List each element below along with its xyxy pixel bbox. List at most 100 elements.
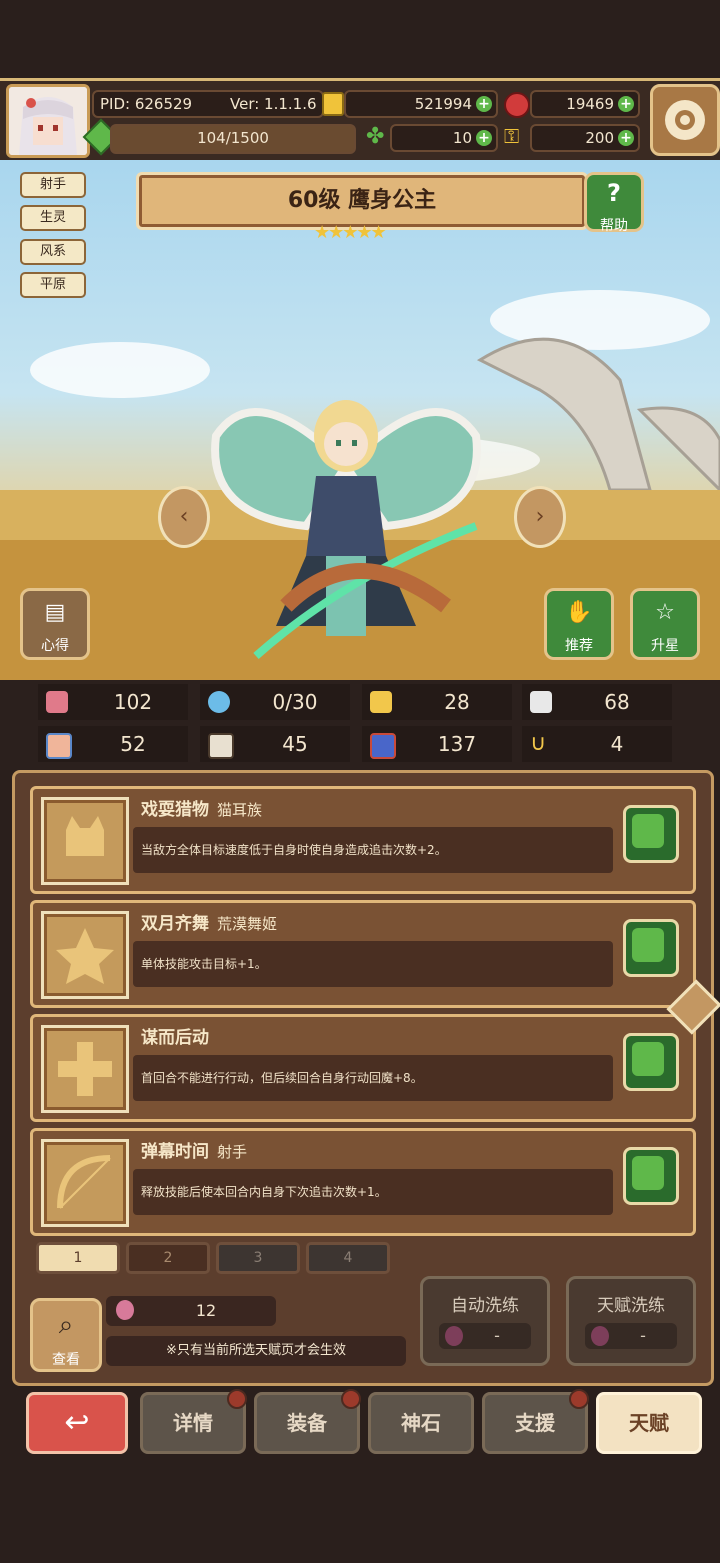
nav-talent[interactable]: 天赋 xyxy=(596,1392,702,1454)
settings-button[interactable] xyxy=(650,84,720,156)
nav-details[interactable]: 详情 xyxy=(140,1389,247,1454)
gold-value: 521994 xyxy=(414,95,472,113)
view-button[interactable]: ⌕ 查看 xyxy=(30,1298,102,1372)
scroll-icon: ▤ xyxy=(44,600,66,625)
tag-class: 射手 xyxy=(20,172,86,198)
talent-name: 谋而后动 xyxy=(141,1028,209,1048)
tag-terrain: 平原 xyxy=(20,272,86,298)
wing-icon xyxy=(530,691,552,713)
notification-dot xyxy=(341,1389,361,1409)
fruit-count: 12 xyxy=(195,1301,217,1320)
back-button[interactable]: ↩ xyxy=(26,1392,128,1454)
nav-equipment[interactable]: 装备 xyxy=(254,1389,361,1454)
horseshoe-icon: ∪ xyxy=(530,731,547,756)
pid-label: PID: 626529 xyxy=(100,95,193,113)
stat-mana: 0/30 xyxy=(200,684,350,720)
stat-defense: 28 xyxy=(362,684,512,720)
star-icon: ☆ xyxy=(655,600,675,625)
page-tab-3[interactable]: 3 xyxy=(216,1242,300,1274)
page-note: ※只有当前所选天赋页才会生效 xyxy=(106,1336,406,1366)
tag-element: 风系 xyxy=(20,239,86,265)
insight-button[interactable]: ▤ 心得 xyxy=(20,588,90,660)
next-hero-button[interactable]: › xyxy=(514,486,566,548)
lock-icon xyxy=(632,1156,664,1190)
lock-icon xyxy=(632,928,664,962)
page-tab-4[interactable]: 4 xyxy=(306,1242,390,1274)
speed-icon xyxy=(370,733,396,759)
lock-button[interactable] xyxy=(623,805,679,863)
nav-equipment-label: 装备 xyxy=(287,1411,327,1435)
view-label: 查看 xyxy=(52,1352,80,1368)
nav-god-stone[interactable]: 神石 xyxy=(368,1392,474,1454)
coin-icon xyxy=(322,92,344,116)
add-gold-icon[interactable]: + xyxy=(476,96,492,112)
talent-name: 双月齐舞 xyxy=(141,914,209,934)
fruit-counter: 12 xyxy=(106,1296,276,1326)
cross-icon xyxy=(41,1025,129,1113)
lock-button[interactable] xyxy=(623,1147,679,1205)
talent-card-2[interactable]: 双月齐舞 荒漠舞姬 单体技能攻击目标+1。 xyxy=(30,900,696,1008)
book-icon xyxy=(208,733,234,759)
talent-card-3[interactable]: 谋而后动 首回合不能进行行动，但后续回合自身行动回魔+8。 xyxy=(30,1014,696,1122)
talent-wash-label: 天赋洗练 xyxy=(597,1296,665,1316)
add-clover-icon[interactable]: + xyxy=(476,130,492,146)
add-key-icon[interactable]: + xyxy=(618,130,634,146)
stat-dodge: 68 xyxy=(522,684,672,720)
auto-wash-button[interactable]: 自动洗练 - xyxy=(420,1276,550,1366)
talent-card-4[interactable]: 弹幕时间 射手 释放技能后使本回合内自身下次追击次数+1。 xyxy=(30,1128,696,1236)
talent-description: 释放技能后使本回合内自身下次追击次数+1。 xyxy=(141,1185,387,1199)
gem-icon xyxy=(504,92,530,118)
stat-luck: ∪ 4 xyxy=(522,726,672,762)
notification-dot xyxy=(227,1389,247,1409)
page-tab-2[interactable]: 2 xyxy=(126,1242,210,1274)
clover-icon: ✤ xyxy=(366,124,385,149)
star-up-button[interactable]: ☆ 升星 xyxy=(630,588,700,660)
add-gem-icon[interactable]: + xyxy=(618,96,634,112)
question-icon: ? xyxy=(607,179,621,207)
auto-wash-label: 自动洗练 xyxy=(451,1296,519,1316)
chevron-left-icon: ‹ xyxy=(179,504,189,529)
insight-label: 心得 xyxy=(41,638,69,654)
talent-description: 当敌方全体目标速度低于自身时使自身造成追击次数+2。 xyxy=(141,843,447,857)
water-drop-icon xyxy=(208,691,230,713)
heart-icon xyxy=(46,691,68,713)
stat-attack: 52 xyxy=(38,726,188,762)
lock-button[interactable] xyxy=(623,919,679,977)
shield-icon xyxy=(370,691,392,713)
clover-value: 10 xyxy=(452,129,472,147)
talent-name: 戏耍猎物 xyxy=(141,800,209,820)
nav-support-label: 支援 xyxy=(515,1411,555,1435)
help-button[interactable]: ? 帮助 xyxy=(584,172,644,234)
talent-card-1[interactable]: 戏耍猎物 猫耳族 当敌方全体目标速度低于自身时使自身造成追击次数+2。 xyxy=(30,786,696,894)
key-counter: 200 + xyxy=(530,124,640,152)
key-value: 200 xyxy=(585,129,614,147)
talent-description: 单体技能攻击目标+1。 xyxy=(141,957,267,971)
talent-source: 荒漠舞姬 xyxy=(217,915,278,933)
stat-speed: 137 xyxy=(362,726,512,762)
talent-wash-cost: - xyxy=(640,1326,646,1345)
recommend-button[interactable]: ✋ 推荐 xyxy=(544,588,614,660)
clover-counter: 10 + xyxy=(390,124,498,152)
prev-hero-button[interactable]: ‹ xyxy=(158,486,210,548)
nav-god-stone-label: 神石 xyxy=(401,1411,441,1435)
stamina-value: 104/1500 xyxy=(197,129,269,147)
stat-hp: 102 xyxy=(38,684,188,720)
stamina-bar: 104/1500 xyxy=(110,124,356,154)
tag-race: 生灵 xyxy=(20,205,86,231)
auto-wash-cost: - xyxy=(494,1326,500,1345)
thumbs-up-icon: ✋ xyxy=(565,600,593,625)
player-avatar[interactable] xyxy=(6,84,90,158)
stats-panel: 102 0/30 28 68 52 45 137 ∪ 4 xyxy=(0,680,720,770)
talent-description: 首回合不能进行行动，但后续回合自身行动回魔+8。 xyxy=(141,1071,423,1085)
page-tab-1[interactable]: 1 xyxy=(36,1242,120,1274)
fruit-icon xyxy=(591,1326,609,1346)
talent-wash-button[interactable]: 天赋洗练 - xyxy=(566,1276,696,1366)
nav-support[interactable]: 支援 xyxy=(482,1389,589,1454)
cat-icon xyxy=(41,797,129,885)
chevron-right-icon: › xyxy=(535,504,545,529)
lock-button[interactable] xyxy=(623,1033,679,1091)
nav-talent-label: 天赋 xyxy=(629,1411,669,1435)
nav-details-label: 详情 xyxy=(173,1411,213,1435)
talent-source: 猫耳族 xyxy=(217,801,263,819)
version-label: Ver: 1.1.1.6 xyxy=(230,95,317,113)
